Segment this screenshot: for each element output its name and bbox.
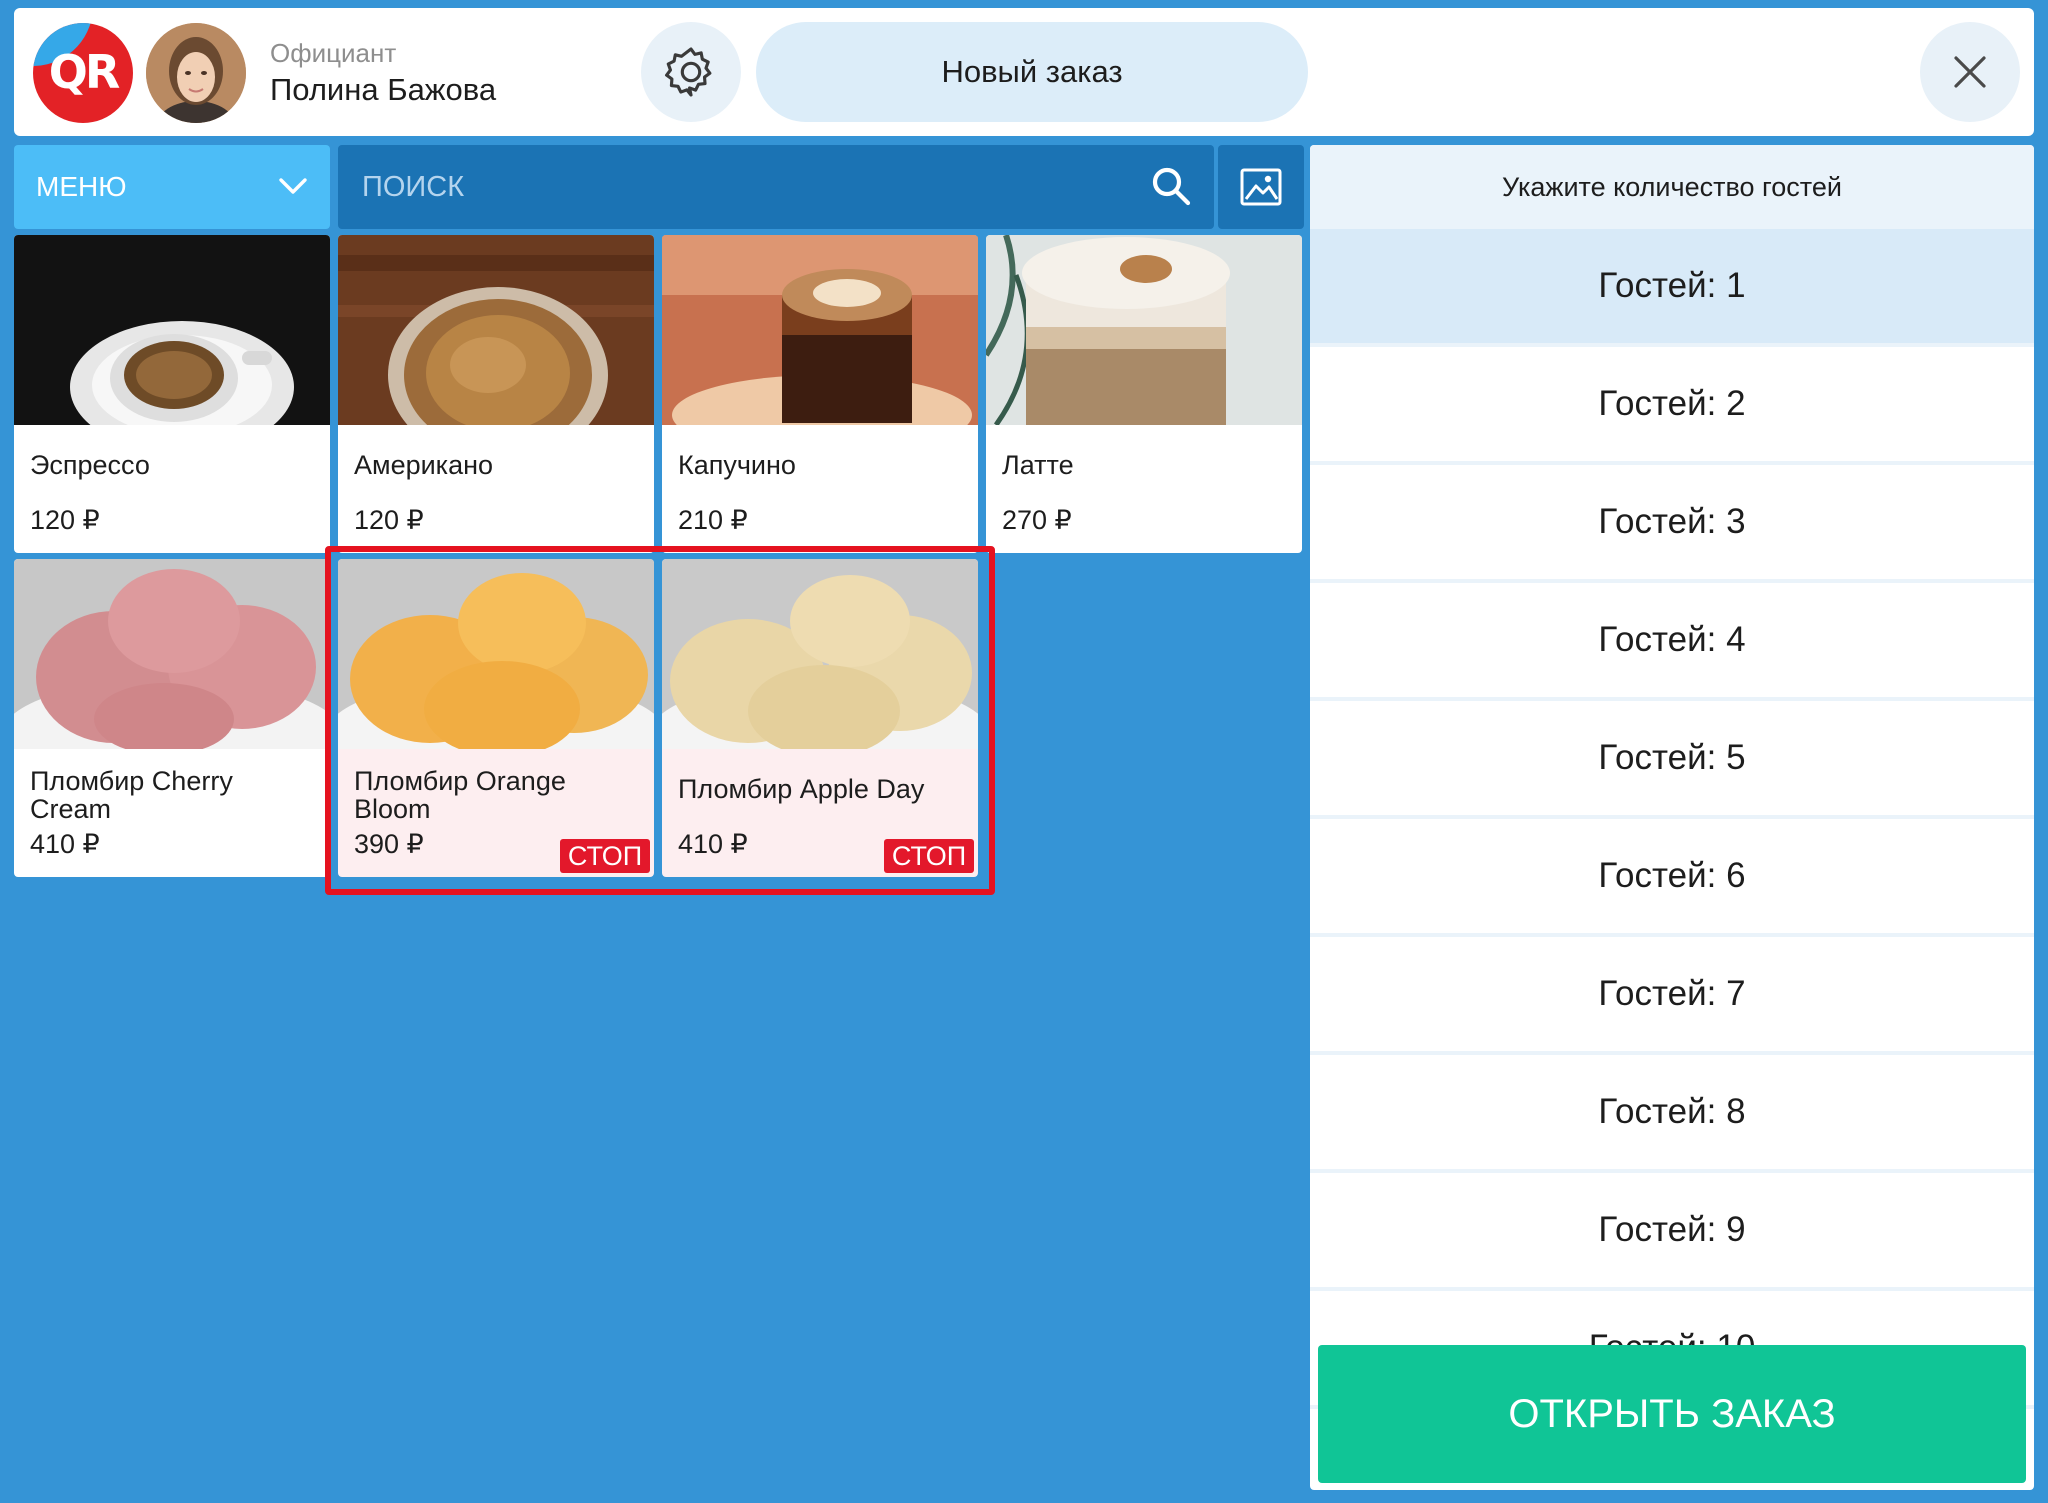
product-image	[986, 235, 1302, 425]
guest-option[interactable]: Гостей: 8	[1310, 1055, 2034, 1173]
product-price: 390 ₽	[354, 829, 424, 859]
guest-option[interactable]: Гостей: 1	[1310, 229, 2034, 347]
image-toggle-button[interactable]	[1218, 145, 1304, 229]
product-card-orange-bloom[interactable]: Пломбир Orange Bloom 390 ₽ СТОП	[338, 559, 654, 877]
guest-option[interactable]: Гостей: 5	[1310, 701, 2034, 819]
product-card-latte[interactable]: Латте 270 ₽	[986, 235, 1302, 553]
search-bar	[338, 145, 1214, 229]
search-input[interactable]	[362, 165, 1122, 209]
guest-option[interactable]: Гостей: 6	[1310, 819, 2034, 937]
waiter-name: Полина Бажова	[270, 72, 497, 107]
header-bar: QR Официант Полина Бажова Новый заказ	[14, 8, 2034, 136]
settings-button[interactable]	[641, 22, 741, 122]
product-name: Латте	[1002, 450, 1074, 480]
guest-option[interactable]: Гостей: 3	[1310, 465, 2034, 583]
chevron-down-icon	[279, 178, 307, 194]
product-image	[662, 559, 978, 749]
guest-option[interactable]: Гостей: 7	[1310, 937, 2034, 1055]
qr-logo: QR	[33, 23, 133, 123]
product-name: Капучино	[678, 450, 796, 480]
product-price: 210 ₽	[678, 505, 748, 535]
product-name: Американо	[354, 450, 494, 480]
product-name: Пломбир Orange Bloom	[354, 766, 566, 824]
product-card-apple-day[interactable]: Пломбир Apple Day 410 ₽ СТОП	[662, 559, 978, 877]
product-name: Пломбир Cherry Cream	[30, 766, 233, 824]
menu-dropdown-label: МЕНЮ	[36, 171, 127, 202]
product-name: Пломбир Apple Day	[678, 774, 925, 804]
stop-badge: СТОП	[884, 839, 974, 873]
close-icon	[1954, 56, 1986, 88]
product-name: Эспрессо	[30, 450, 150, 480]
gear-icon	[665, 47, 712, 97]
close-button[interactable]	[1920, 22, 2020, 122]
product-card-cherry-cream[interactable]: Пломбир Cherry Cream 410 ₽	[14, 559, 330, 877]
guest-option[interactable]: Гостей: 2	[1310, 347, 2034, 465]
guest-count-title: Укажите количество гостей	[1310, 145, 2034, 229]
product-price: 410 ₽	[678, 829, 748, 859]
search-icon[interactable]	[1150, 165, 1192, 207]
product-image	[338, 235, 654, 425]
guest-count-list[interactable]: Гостей: 1 Гостей: 2 Гостей: 3 Гостей: 4 …	[1310, 229, 2034, 1409]
product-card-cappuccino[interactable]: Капучино 210 ₽	[662, 235, 978, 553]
product-price: 410 ₽	[30, 829, 100, 859]
image-icon	[1240, 168, 1282, 206]
product-price: 120 ₽	[354, 505, 424, 535]
product-card-espresso[interactable]: Эспрессо 120 ₽	[14, 235, 330, 553]
product-card-americano[interactable]: Американо 120 ₽	[338, 235, 654, 553]
menu-dropdown[interactable]: МЕНЮ	[14, 145, 330, 229]
product-image	[338, 559, 654, 749]
new-order-tab[interactable]: Новый заказ	[756, 22, 1308, 122]
stop-badge: СТОП	[560, 839, 650, 873]
product-price: 120 ₽	[30, 505, 100, 535]
product-price: 270 ₽	[1002, 505, 1072, 535]
guest-option[interactable]: Гостей: 9	[1310, 1173, 2034, 1291]
open-order-button[interactable]: ОТКРЫТЬ ЗАКАЗ	[1318, 1345, 2026, 1483]
product-image	[14, 559, 330, 749]
waiter-role: Официант	[270, 38, 397, 68]
guest-option[interactable]: Гостей: 4	[1310, 583, 2034, 701]
guest-count-panel: Укажите количество гостей Гостей: 1 Гост…	[1310, 145, 2034, 1490]
product-image	[662, 235, 978, 425]
product-image	[14, 235, 330, 425]
avatar[interactable]	[146, 23, 246, 123]
